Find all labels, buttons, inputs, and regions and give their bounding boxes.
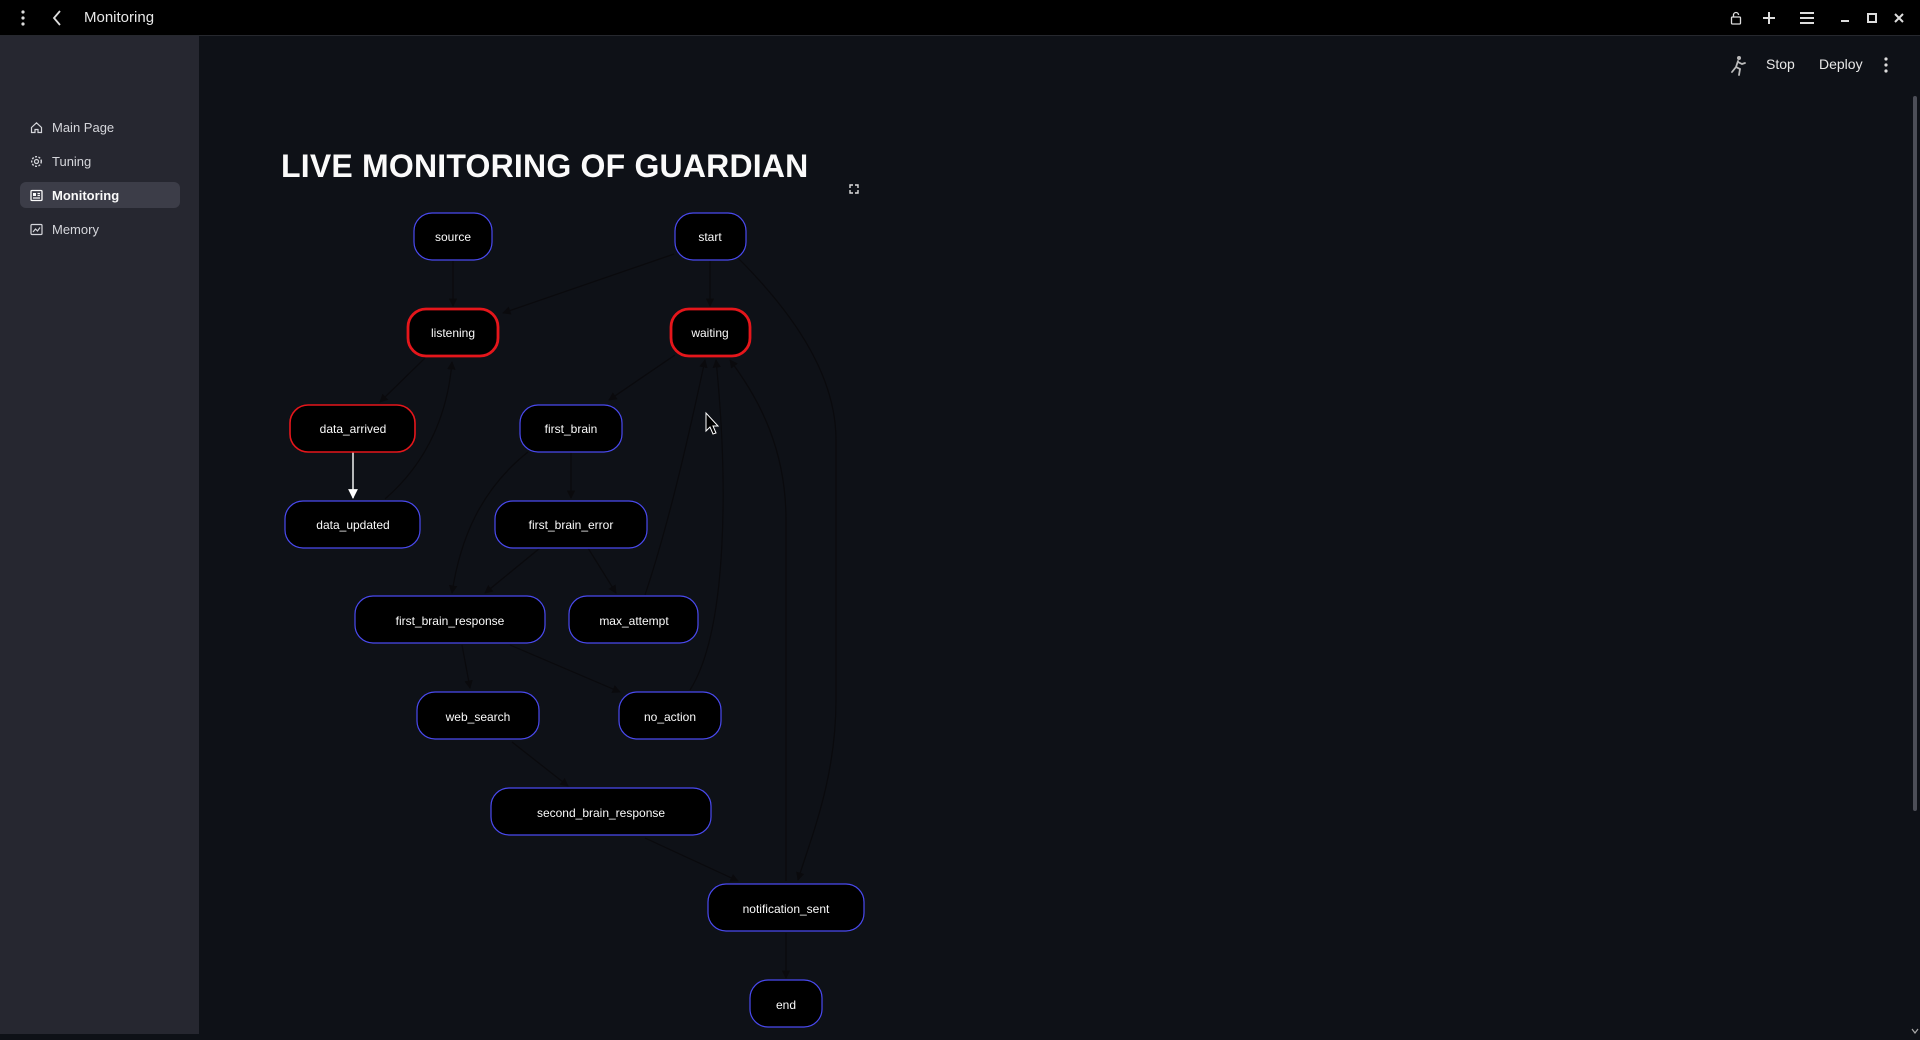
- edge-waiting-first-brain: [608, 354, 676, 401]
- edge-response-no-action: [509, 644, 621, 693]
- node-label: second_brain_response: [537, 806, 665, 820]
- edge-listening-data-arrived: [379, 357, 426, 403]
- node-waiting[interactable]: waiting: [669, 307, 752, 358]
- node-no-action[interactable]: no_action: [618, 691, 722, 740]
- edge-web-search-second: [511, 741, 569, 787]
- node-first-brain-response[interactable]: first_brain_response: [354, 595, 546, 644]
- node-notification-sent[interactable]: notification_sent: [707, 883, 865, 932]
- edge-error-response: [484, 547, 541, 594]
- edge-start-notification: [737, 257, 837, 881]
- node-start[interactable]: start: [674, 212, 747, 261]
- node-label: end: [776, 998, 796, 1012]
- edge-no-action-waiting: [689, 359, 724, 691]
- mouse-cursor-icon: [705, 411, 720, 435]
- scrollbar[interactable]: [1913, 96, 1917, 811]
- node-label: start: [698, 230, 722, 244]
- node-max-attempt[interactable]: max_attempt: [568, 595, 699, 644]
- node-label: data_updated: [316, 518, 389, 532]
- node-data-updated[interactable]: data_updated: [284, 500, 421, 549]
- node-label: no_action: [644, 710, 696, 724]
- state-graph: source start listening waiting data_arri…: [284, 212, 865, 1028]
- node-label: listening: [431, 326, 475, 340]
- node-source[interactable]: source: [413, 212, 493, 261]
- node-label: notification_sent: [743, 902, 830, 916]
- edge-second-notification: [644, 837, 739, 882]
- edge-notification-waiting: [729, 359, 787, 881]
- node-label: first_brain_error: [529, 518, 614, 532]
- node-label: web_search: [445, 710, 511, 724]
- node-end[interactable]: end: [749, 979, 823, 1028]
- node-label: first_brain_response: [396, 614, 505, 628]
- edge-response-web-search: [461, 644, 473, 689]
- node-web-search[interactable]: web_search: [416, 691, 540, 740]
- node-data-arrived[interactable]: data_arrived: [289, 404, 416, 453]
- node-label: waiting: [690, 326, 728, 340]
- edge-error-max-attempt: [587, 547, 617, 594]
- node-label: source: [435, 230, 471, 244]
- edge-max-attempt-waiting: [644, 359, 708, 596]
- node-second-brain-response[interactable]: second_brain_response: [490, 787, 712, 836]
- node-first-brain[interactable]: first_brain: [519, 404, 623, 453]
- node-label: max_attempt: [599, 614, 669, 628]
- scroll-down-icon[interactable]: [1911, 1022, 1919, 1034]
- node-listening[interactable]: listening: [406, 307, 500, 358]
- edge-start-listening: [502, 253, 675, 315]
- node-label: first_brain: [545, 422, 598, 436]
- node-label: data_arrived: [320, 422, 387, 436]
- node-first-brain-error[interactable]: first_brain_error: [494, 500, 648, 549]
